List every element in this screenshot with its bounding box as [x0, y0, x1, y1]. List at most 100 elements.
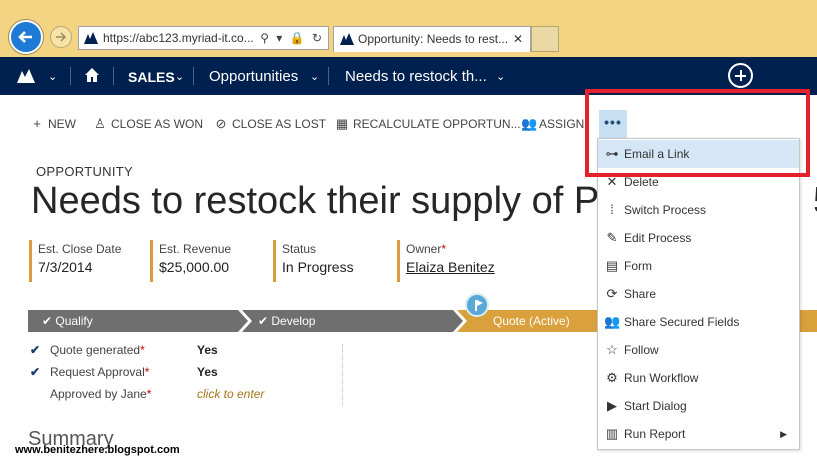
close-as-won-label: CLOSE AS WON	[111, 117, 204, 131]
menu-item-edit-process[interactable]: ✎ Edit Process	[598, 224, 799, 252]
menu-item-start-dialog[interactable]: ▶ Start Dialog	[598, 392, 799, 420]
nav-divider	[70, 67, 71, 85]
tab-close-icon[interactable]: ✕	[513, 27, 523, 51]
report-icon: ▥	[605, 426, 619, 441]
menu-label: Edit Process	[624, 231, 692, 245]
menu-item-form[interactable]: ▤ Form	[598, 252, 799, 280]
menu-item-run-report[interactable]: ▥ Run Report ▶	[598, 420, 799, 448]
workflow-icon: ⚙	[606, 370, 618, 385]
nav-divider	[113, 67, 114, 85]
header-field-close-date[interactable]: Est. Close Date 7/3/2014	[29, 240, 121, 282]
menu-item-share[interactable]: ⟳ Share	[598, 280, 799, 308]
chevron-down-icon[interactable]: ⌄	[175, 57, 184, 95]
header-field-revenue[interactable]: Est. Revenue $25,000.00	[150, 240, 231, 282]
menu-label: Form	[624, 259, 652, 273]
header-field-status[interactable]: Status In Progress	[273, 240, 354, 282]
record-title-text: Needs to restock their supply of Produ	[31, 180, 676, 222]
menu-label: Run Workflow	[624, 371, 699, 385]
record-title-tail: 5,	[813, 180, 817, 223]
nav-divider	[328, 67, 329, 85]
menu-label: Switch Process	[624, 203, 707, 217]
field-value: In Progress	[282, 259, 354, 275]
field-value: 7/3/2014	[38, 259, 93, 275]
chevron-down-icon[interactable]: ⌄	[310, 57, 319, 95]
menu-item-run-workflow[interactable]: ⚙ Run Workflow	[598, 364, 799, 392]
forward-arrow-icon	[56, 32, 67, 42]
owner-link[interactable]: Elaiza Benitez	[406, 258, 495, 276]
form-icon: ▤	[605, 258, 619, 273]
owner-label: Owner	[406, 242, 442, 256]
menu-label: Share Secured Fields	[624, 315, 740, 329]
check-icon: ✔	[258, 314, 272, 328]
users-icon: 👥	[604, 314, 621, 329]
home-icon[interactable]	[84, 67, 100, 83]
forward-button[interactable]	[50, 26, 72, 48]
back-arrow-icon	[18, 31, 32, 43]
chevron-down-icon[interactable]: ⌄	[496, 57, 505, 95]
new-button[interactable]: + NEW	[30, 115, 76, 133]
field-label: Est. Close Date	[38, 242, 122, 256]
chevron-down-icon[interactable]: ⌄	[48, 57, 57, 95]
more-commands-menu: ⊶ Email a Link ✕ Delete ⁞ Switch Process ✎ E…	[597, 138, 800, 450]
recalculate-button[interactable]: ▦ RECALCULATE OPPORTUN...	[335, 115, 521, 133]
annotation-highlight-box	[585, 89, 810, 177]
menu-item-follow[interactable]: ☆ Follow	[598, 336, 799, 364]
dynamics-home-logo-icon[interactable]	[16, 68, 36, 84]
process-divider	[342, 344, 343, 406]
star-icon: ☆	[606, 342, 618, 357]
check-icon: ✔	[30, 365, 41, 379]
request-approval-value[interactable]: Yes	[197, 365, 218, 379]
ban-icon: ⊘	[215, 116, 227, 131]
nav-record[interactable]: Needs to restock th...	[345, 57, 487, 95]
stage-qualify[interactable]: ✔ Qualify	[42, 310, 93, 332]
process-field-approved-by-jane: Approved by Jane*	[30, 387, 151, 401]
share-icon: ⟳	[606, 286, 618, 301]
quote-generated-value[interactable]: Yes	[197, 343, 218, 357]
pf-label: Request Approval	[50, 365, 145, 379]
pf-label: Approved by Jane	[50, 387, 147, 401]
assign-users-icon: 👥	[521, 116, 538, 131]
back-button[interactable]	[9, 20, 43, 54]
menu-item-share-secured-fields[interactable]: 👥 Share Secured Fields	[598, 308, 799, 336]
pencil-icon: ✎	[606, 230, 618, 245]
menu-label: Start Dialog	[624, 399, 687, 413]
ribbon-icon: ♙	[94, 116, 106, 131]
address-bar[interactable]: https://abc123.myriad-it.co... ⚲ ▾ 🔒 ↻	[78, 26, 329, 50]
address-icons: ⚲ ▾ 🔒 ↻	[260, 31, 324, 45]
recalculate-label: RECALCULATE OPPORTUN...	[353, 117, 521, 131]
tab-favicon-icon	[340, 33, 354, 45]
nav-opportunities[interactable]: Opportunities	[209, 57, 298, 95]
close-as-won-button[interactable]: ♙ CLOSE AS WON	[93, 115, 203, 133]
new-tab-button[interactable]	[531, 26, 559, 52]
close-as-lost-button[interactable]: ⊘ CLOSE AS LOST	[214, 115, 327, 133]
process-field-quote-generated: ✔ Quote generated*	[30, 343, 145, 357]
assign-button[interactable]: 👥 ASSIGN	[521, 115, 584, 133]
watermark-text: www.benitezhere.blogspot.com	[15, 444, 180, 456]
dialog-icon: ▶	[607, 398, 617, 413]
stage-label: Qualify	[55, 314, 93, 328]
submenu-arrow-icon: ▶	[780, 429, 787, 439]
browser-tab[interactable]: Opportunity: Needs to rest... ✕	[333, 26, 531, 52]
menu-label: Delete	[624, 175, 659, 189]
nav-sales[interactable]: SALES	[128, 57, 175, 95]
pf-label: Quote generated	[50, 343, 141, 357]
process-field-request-approval: ✔ Request Approval*	[30, 365, 149, 379]
address-url: https://abc123.myriad-it.co...	[103, 31, 254, 45]
active-stage-flag-icon	[465, 293, 489, 317]
dynamics-logo-icon	[84, 32, 98, 44]
required-marker: *	[140, 343, 145, 357]
required-marker: *	[146, 387, 152, 401]
menu-item-switch-process[interactable]: ⁞ Switch Process	[598, 196, 799, 224]
approved-by-jane-input[interactable]: click to enter	[197, 387, 264, 401]
menu-label: Share	[624, 287, 657, 301]
close-as-lost-label: CLOSE AS LOST	[232, 117, 327, 131]
record-title: Needs to restock their supply of Produ 5,	[31, 180, 817, 223]
stage-develop[interactable]: ✔ Develop	[258, 310, 315, 332]
field-label: Owner*	[406, 240, 495, 258]
calculator-icon: ▦	[335, 116, 349, 131]
stage-quote-active[interactable]: Quote (Active)	[493, 310, 570, 332]
entity-type-label: OPPORTUNITY	[36, 164, 133, 179]
create-new-icon[interactable]	[728, 63, 753, 88]
header-field-owner[interactable]: Owner* Elaiza Benitez	[397, 240, 495, 282]
assign-label: ASSIGN	[539, 117, 585, 131]
